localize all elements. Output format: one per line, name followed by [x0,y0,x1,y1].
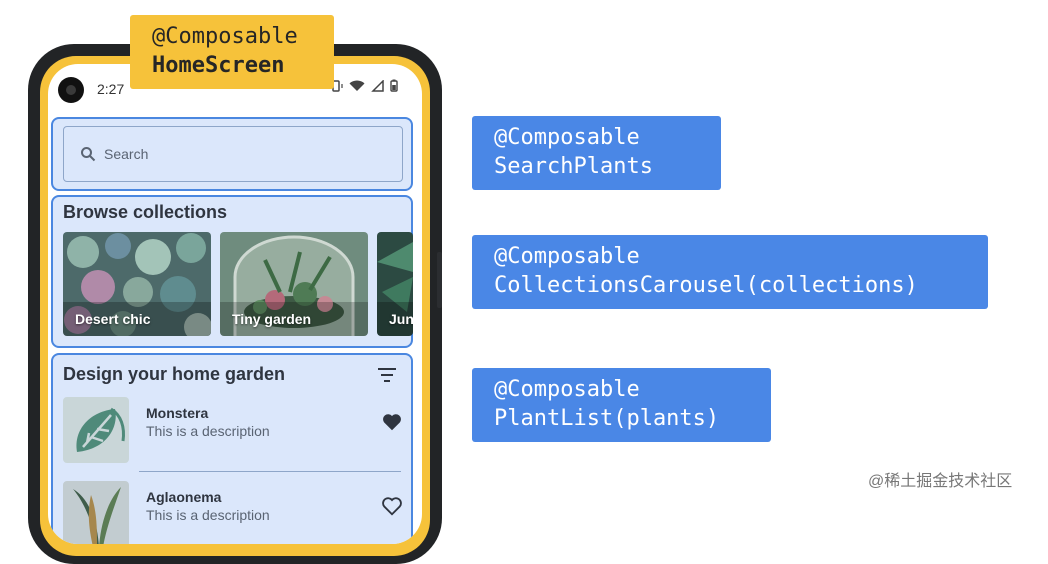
search-plants-region: Search [51,117,413,191]
search-icon [81,147,96,162]
watermark: @稀土掘金技术社区 [868,473,1013,490]
search-placeholder: Search [104,146,149,162]
collection-label: Tiny garden [232,311,312,327]
status-icons [329,79,398,97]
collection-card-desert-chic[interactable]: Desert chic [63,232,211,336]
plant-thumbnail [63,397,129,463]
code-function-name: SearchPlants [494,154,653,179]
collection-label: Jung [389,311,413,327]
aglaonema-image [63,481,129,544]
heart-outline-icon[interactable] [381,495,403,517]
plantlist-code-label: @Composable PlantList(plants) [472,368,771,442]
collections-carousel-region: Browse collections Desert chic Tiny gard… [51,195,413,348]
homescreen-code-label: @Composable HomeScreen [130,15,334,89]
plants-title: Design your home garden [63,364,286,384]
collectionscarousel-code-label: @Composable CollectionsCarousel(collectio… [472,235,988,309]
searchplants-code-label: @Composable SearchPlants [472,116,721,190]
collections-title: Browse collections [63,202,228,222]
filter-icon[interactable] [377,367,397,383]
status-time: 2:27 [97,81,125,97]
plant-name: Aglaonema [146,489,222,505]
plant-description: This is a description [146,507,270,523]
code-annotation: @Composable [494,377,640,402]
phone-screen: 2:27 Search Browse collections Desert ch… [48,64,422,544]
collection-card-jungle[interactable]: Jung [377,232,413,336]
search-input[interactable]: Search [63,126,403,182]
heart-filled-icon[interactable] [381,411,403,433]
collection-card-tiny-garden[interactable]: Tiny garden [220,232,368,336]
plant-description: This is a description [146,423,270,439]
plant-thumbnail [63,481,129,544]
wifi-icon [349,79,365,97]
code-annotation: @Composable [494,244,640,269]
plant-name: Monstera [146,405,209,421]
camera-cutout [58,77,84,103]
plant-list-item[interactable]: Aglaonema This is a description [63,481,403,544]
code-function-name: PlantList(plants) [494,406,720,431]
code-function-name: HomeScreen [152,53,285,78]
plant-list-region: Design your home garden Monstera This is… [51,353,413,544]
collection-label: Desert chic [75,311,151,327]
code-annotation: @Composable [152,24,298,49]
battery-icon [390,79,398,97]
monstera-image [63,397,129,463]
list-divider [139,471,401,472]
code-function-name: CollectionsCarousel(collections) [494,273,918,298]
volume-button [437,252,442,308]
code-annotation: @Composable [494,125,640,150]
plant-list-item[interactable]: Monstera This is a description [63,397,403,463]
signal-icon [371,79,384,97]
